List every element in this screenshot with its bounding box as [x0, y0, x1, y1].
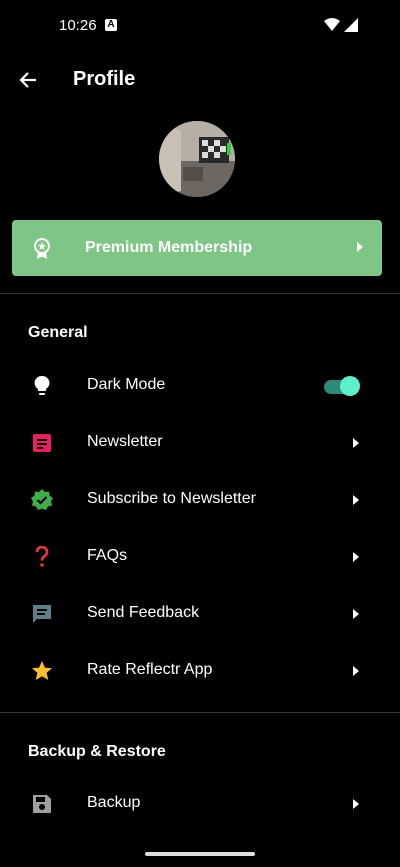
lightbulb-icon	[30, 374, 54, 398]
chevron-right-icon	[353, 495, 359, 505]
award-badge-icon	[34, 238, 50, 259]
section-title-general: General	[28, 324, 88, 341]
avatar[interactable]	[159, 121, 235, 197]
row-label: Newsletter	[87, 433, 163, 450]
row-label: FAQs	[87, 547, 128, 564]
app-bar: Profile	[0, 52, 400, 108]
status-bar: 10:26 A	[0, 0, 400, 52]
article-icon	[30, 431, 54, 455]
verified-check-icon	[30, 488, 54, 512]
status-icons	[324, 18, 358, 32]
question-icon	[30, 545, 54, 569]
status-time: 10:26	[59, 17, 97, 34]
row-label: Rate Reflectr App	[87, 661, 213, 678]
chevron-right-icon	[353, 609, 359, 619]
home-indicator[interactable]	[145, 852, 255, 856]
section-title-backup-restore: Backup & Restore	[28, 743, 166, 760]
notification-icon: A	[105, 19, 117, 31]
backup-row[interactable]: Backup	[0, 776, 400, 832]
arrow-back-icon	[19, 72, 36, 88]
save-icon	[30, 792, 54, 816]
toggle-thumb	[340, 376, 360, 396]
dark-mode-toggle[interactable]	[322, 376, 360, 396]
faqs-row[interactable]: FAQs	[0, 529, 400, 585]
back-button[interactable]	[14, 66, 42, 94]
newsletter-row[interactable]: Newsletter	[0, 415, 400, 471]
feedback-icon	[30, 602, 54, 626]
subscribe-newsletter-row[interactable]: Subscribe to Newsletter	[0, 472, 400, 528]
chevron-right-icon	[353, 799, 359, 809]
premium-membership-label: Premium Membership	[85, 239, 253, 256]
premium-membership-button[interactable]: Premium Membership	[12, 220, 382, 276]
row-label: Backup	[87, 794, 141, 811]
star-icon	[30, 659, 54, 683]
page-title: Profile	[73, 68, 136, 90]
rate-app-row[interactable]: Rate Reflectr App	[0, 643, 400, 699]
chevron-right-icon	[353, 552, 359, 562]
row-label: Subscribe to Newsletter	[87, 490, 256, 507]
send-feedback-row[interactable]: Send Feedback	[0, 586, 400, 642]
avatar-image	[159, 121, 235, 197]
signal-icon	[344, 18, 358, 32]
divider	[0, 712, 400, 713]
row-label: Dark Mode	[87, 376, 166, 393]
row-label: Send Feedback	[87, 604, 200, 621]
chevron-right-icon	[353, 666, 359, 676]
divider	[0, 293, 400, 294]
wifi-icon	[324, 18, 340, 31]
dark-mode-row[interactable]: Dark Mode	[0, 358, 400, 414]
chevron-right-icon	[357, 242, 363, 252]
chevron-right-icon	[353, 438, 359, 448]
